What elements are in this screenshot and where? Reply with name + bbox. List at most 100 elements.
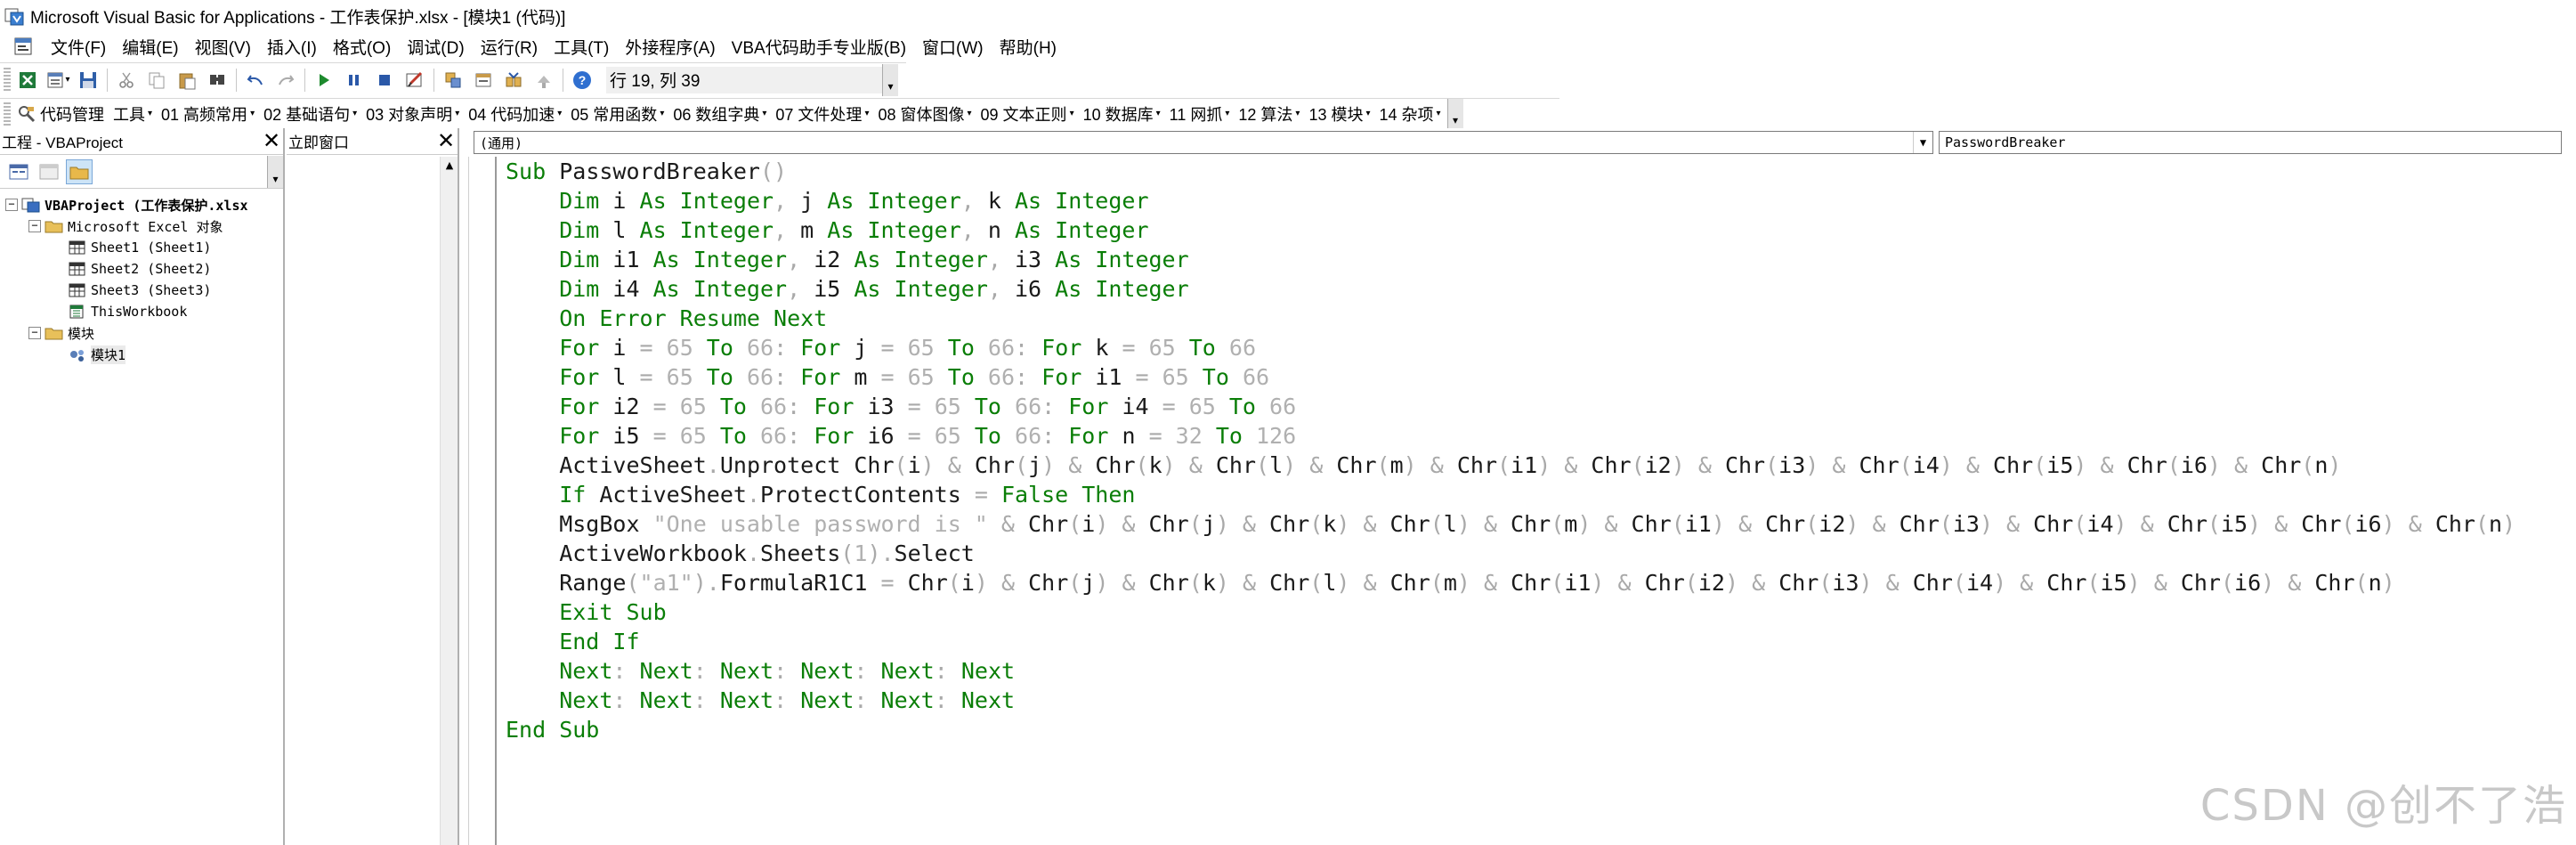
addin-toolbar-options[interactable]: ▾: [1446, 98, 1463, 129]
code-editor[interactable]: Sub PasswordBreaker() Dim i As Integer, …: [506, 157, 2576, 845]
tree-node[interactable]: − VBAProject (工作表保护.xlsx: [0, 194, 283, 215]
menu-item[interactable]: VBA代码助手专业版(B): [724, 35, 914, 59]
tree-node[interactable]: − 模块: [0, 322, 283, 344]
menu-item[interactable]: 工具(T): [546, 35, 617, 59]
run-icon[interactable]: [312, 68, 336, 93]
code-line[interactable]: For l = 65 To 66: For m = 65 To 66: For …: [506, 362, 2576, 392]
toolbar-grip[interactable]: [4, 67, 11, 93]
code-line[interactable]: Dim l As Integer, m As Integer, n As Int…: [506, 215, 2576, 245]
reset-icon[interactable]: [372, 68, 397, 93]
addin-menu-item[interactable]: 04 代码加速 ▾: [464, 102, 566, 126]
toggle-folders-button[interactable]: [66, 158, 93, 184]
pane-toolbar-options[interactable]: ▾: [267, 155, 283, 188]
save-icon[interactable]: [76, 68, 101, 93]
toolbar-options-button[interactable]: ▾: [882, 63, 898, 96]
menu-item[interactable]: 运行(R): [473, 35, 546, 59]
addin-menu-item[interactable]: 14 杂项 ▾: [1375, 102, 1446, 126]
menu-item[interactable]: 外接程序(A): [617, 35, 723, 59]
scroll-up-arrow-icon[interactable]: ▲: [441, 157, 458, 175]
addin-menu-item[interactable]: 12 算法 ▾: [1234, 102, 1304, 126]
tree-collapse-icon[interactable]: −: [28, 327, 41, 339]
addin-menu-item[interactable]: 09 文本正则 ▾: [976, 102, 1079, 126]
tree-collapse-icon[interactable]: −: [28, 220, 41, 232]
break-icon[interactable]: [342, 68, 367, 93]
code-line[interactable]: For i2 = 65 To 66: For i3 = 65 To 66: Fo…: [506, 392, 2576, 421]
code-line[interactable]: End Sub: [506, 715, 2576, 744]
copy-icon[interactable]: [144, 68, 169, 93]
addin-menu-item[interactable]: 13 模块 ▾: [1304, 102, 1374, 126]
menu-item[interactable]: 视图(V): [187, 35, 259, 59]
vba-app-icon[interactable]: [4, 5, 25, 27]
menu-item[interactable]: 编辑(E): [114, 35, 186, 59]
view-code-button[interactable]: [5, 159, 32, 184]
tree-node[interactable]: 模块1: [0, 344, 283, 365]
menu-item[interactable]: 窗口(W): [914, 35, 992, 59]
addin-menu-item[interactable]: 工具 ▾: [109, 102, 157, 126]
tree-node[interactable]: Sheet1 (Sheet1): [0, 237, 283, 258]
code-line[interactable]: Next: Next: Next: Next: Next: Next: [506, 686, 2576, 715]
addin-menu-item[interactable]: 08 窗体图像 ▾: [873, 102, 976, 126]
code-line[interactable]: For i5 = 65 To 66: For i6 = 65 To 66: Fo…: [506, 421, 2576, 451]
code-token: Chr: [1269, 570, 1310, 596]
addin-menu-item[interactable]: 05 常用函数 ▾: [566, 102, 668, 126]
excel-icon[interactable]: [15, 68, 40, 93]
immediate-input-area[interactable]: [287, 157, 440, 845]
code-line[interactable]: ActiveSheet.Unprotect Chr(i) & Chr(j) & …: [506, 451, 2576, 480]
tree-node[interactable]: ThisWorkbook: [0, 301, 283, 322]
menu-item[interactable]: 文件(F): [43, 35, 114, 59]
close-immediate-pane-button[interactable]: ✕: [434, 130, 458, 153]
toolbox-icon[interactable]: [531, 68, 556, 93]
menu-item[interactable]: 插入(I): [259, 35, 325, 59]
procedure-combo[interactable]: PasswordBreaker: [1939, 131, 2562, 154]
close-project-pane-button[interactable]: ✕: [260, 130, 283, 153]
tree-collapse-icon[interactable]: −: [5, 199, 18, 211]
code-line[interactable]: MsgBox "One usable password is " & Chr(i…: [506, 509, 2576, 539]
code-line[interactable]: On Error Resume Next: [506, 304, 2576, 333]
code-line[interactable]: For i = 65 To 66: For j = 65 To 66: For …: [506, 333, 2576, 362]
object-combo[interactable]: (通用) ▼: [474, 131, 1933, 154]
undo-icon[interactable]: [243, 68, 268, 93]
addin-toolbar-grip[interactable]: [4, 102, 11, 126]
help-icon[interactable]: ?: [570, 68, 595, 93]
addin-menu-item[interactable]: 07 文件处理 ▾: [771, 102, 873, 126]
code-line[interactable]: Next: Next: Next: Next: Next: Next: [506, 656, 2576, 686]
code-line[interactable]: Dim i1 As Integer, i2 As Integer, i3 As …: [506, 245, 2576, 274]
code-line[interactable]: Sub PasswordBreaker(): [506, 157, 2576, 186]
addin-menu-item[interactable]: 03 对象声明 ▾: [361, 102, 464, 126]
code-line[interactable]: Range("a1").FormulaR1C1 = Chr(i) & Chr(j…: [506, 568, 2576, 597]
addin-menu-item[interactable]: 01 高频常用 ▾: [157, 102, 259, 126]
redo-icon[interactable]: [273, 68, 298, 93]
view-object-button[interactable]: [36, 159, 62, 184]
code-line[interactable]: Exit Sub: [506, 597, 2576, 627]
object-combo-dropdown-icon[interactable]: ▼: [1913, 132, 1932, 153]
code-line[interactable]: If ActiveSheet.ProtectContents = False T…: [506, 480, 2576, 509]
menu-item[interactable]: 帮助(H): [992, 35, 1065, 59]
code-line[interactable]: Dim i4 As Integer, i5 As Integer, i6 As …: [506, 274, 2576, 304]
code-line[interactable]: ActiveWorkbook.Sheets(1).Select: [506, 539, 2576, 568]
find-icon[interactable]: [205, 68, 230, 93]
project-explorer-icon[interactable]: [441, 68, 466, 93]
addin-menu-item[interactable]: 06 数组字典 ▾: [668, 102, 771, 126]
mdi-child-icon[interactable]: [12, 36, 34, 57]
object-browser-icon[interactable]: [501, 68, 526, 93]
insert-module-icon[interactable]: ▾: [45, 68, 70, 93]
breakpoint-margin[interactable]: [468, 157, 497, 845]
code-line[interactable]: End If: [506, 627, 2576, 656]
tree-node[interactable]: − Microsoft Excel 对象: [0, 215, 283, 237]
addin-menu-item[interactable]: 10 数据库 ▾: [1079, 102, 1165, 126]
code-manager-button[interactable]: 代码管理: [12, 102, 109, 126]
code-token: 65: [1162, 364, 1203, 390]
addin-menu-item[interactable]: 11 网抓 ▾: [1165, 102, 1235, 126]
code-line[interactable]: Dim i As Integer, j As Integer, k As Int…: [506, 186, 2576, 215]
properties-icon[interactable]: [471, 68, 496, 93]
immediate-scrollbar[interactable]: ▲: [440, 157, 458, 845]
code-token: i4: [1912, 452, 1940, 478]
cut-icon[interactable]: [114, 68, 139, 93]
addin-menu-item[interactable]: 02 基础语句 ▾: [259, 102, 361, 126]
paste-icon[interactable]: [174, 68, 199, 93]
design-mode-icon[interactable]: [402, 68, 427, 93]
tree-node[interactable]: Sheet2 (Sheet2): [0, 258, 283, 280]
menu-item[interactable]: 格式(O): [325, 35, 399, 59]
menu-item[interactable]: 调试(D): [399, 35, 472, 59]
tree-node[interactable]: Sheet3 (Sheet3): [0, 280, 283, 301]
